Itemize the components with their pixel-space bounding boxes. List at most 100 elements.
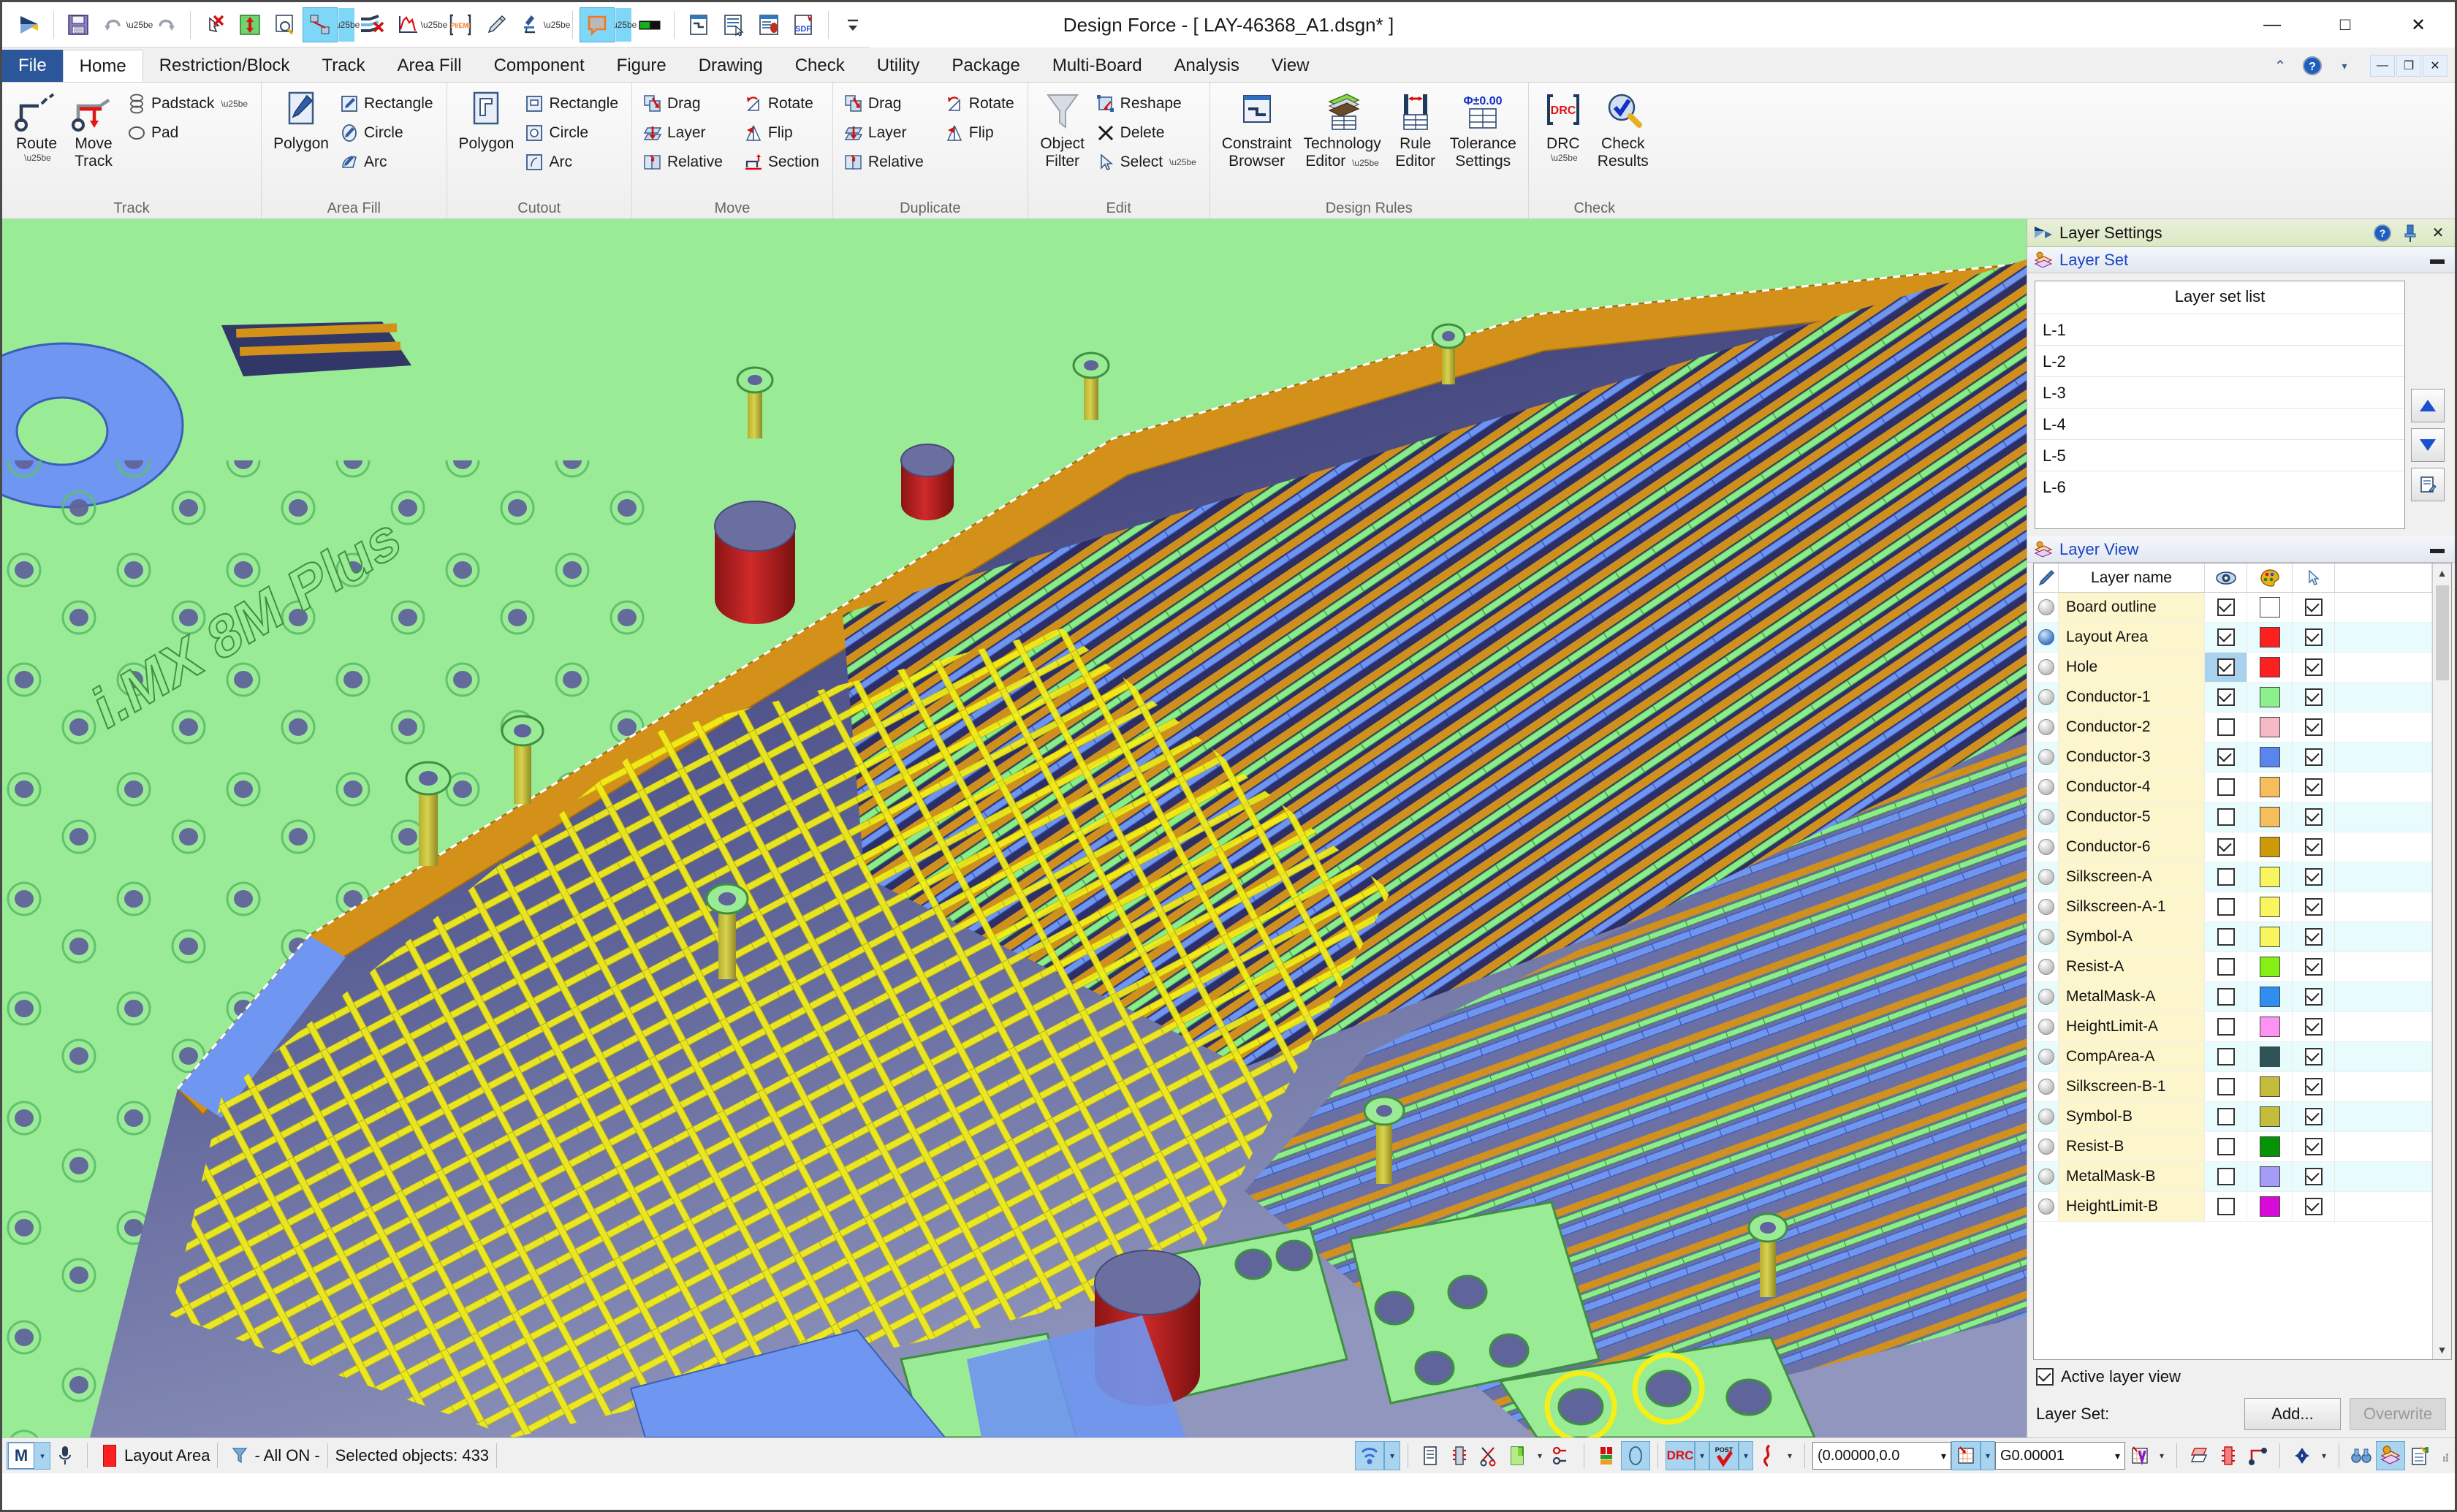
layer-visible-checkbox[interactable] (2217, 1138, 2235, 1155)
tab-restriction-block[interactable]: Restriction/Block (143, 50, 306, 82)
layer-selectable-checkbox-cell[interactable] (2293, 772, 2335, 802)
layer-row-conductor-4[interactable]: Conductor-4 (2034, 772, 2432, 802)
layer-color-swatch[interactable] (2259, 1106, 2280, 1127)
place-component-icon[interactable] (303, 7, 338, 42)
reshape-button[interactable]: Reshape (1093, 89, 1202, 118)
layer-row-metalmask-b[interactable]: MetalMask-B (2034, 1162, 2432, 1192)
drc-dropdown-icon[interactable]: ▾ (1695, 1441, 1709, 1470)
layer-color-cell[interactable] (2247, 802, 2293, 832)
zoom-icon[interactable] (268, 8, 302, 42)
layer-color-swatch[interactable] (2259, 837, 2280, 857)
layer-selectable-checkbox-cell[interactable] (2293, 982, 2335, 1012)
active-layer-radio[interactable] (2034, 892, 2059, 922)
layer-color-swatch[interactable] (2259, 657, 2280, 677)
wireless-dropdown-icon[interactable]: ▾ (1384, 1441, 1400, 1470)
layer-visible-checkbox-cell[interactable] (2205, 713, 2247, 742)
layer-color-cell[interactable] (2247, 922, 2293, 952)
layer-visible-checkbox-cell[interactable] (2205, 1072, 2247, 1102)
layer-visible-checkbox[interactable] (2217, 808, 2235, 826)
layer-selectable-checkbox[interactable] (2304, 928, 2323, 946)
layer-row-conductor-1[interactable]: Conductor-1 (2034, 683, 2432, 713)
layer-selectable-checkbox-cell[interactable] (2293, 1042, 2335, 1072)
layer-selectable-checkbox[interactable] (2304, 958, 2323, 976)
balloon-icon[interactable] (580, 7, 615, 42)
tab-component[interactable]: Component (478, 50, 601, 82)
layer-selectable-checkbox-cell[interactable] (2293, 713, 2335, 742)
layer-set-section-header[interactable]: Layer Set ▬ (2027, 247, 2455, 273)
layer-row-conductor-2[interactable]: Conductor-2 (2034, 713, 2432, 742)
select-dropdown-icon[interactable]: \u25be (1169, 157, 1196, 167)
layer-visible-checkbox-cell[interactable] (2205, 802, 2247, 832)
layer-selectable-checkbox-cell[interactable] (2293, 1162, 2335, 1192)
layer-visible-checkbox[interactable] (2217, 898, 2235, 916)
active-layer-radio[interactable] (2034, 623, 2059, 653)
mirror-icon[interactable] (2287, 1441, 2317, 1470)
layer-visible-checkbox[interactable] (2217, 1108, 2235, 1125)
waveform-dropdown-icon[interactable]: \u25be (421, 8, 448, 42)
layer-color-swatch[interactable] (2259, 1076, 2280, 1097)
layer-row-conductor-6[interactable]: Conductor-6 (2034, 832, 2432, 862)
layer-selectable-checkbox[interactable] (2304, 1168, 2323, 1185)
ime-dropdown-icon[interactable]: ▾ (35, 1451, 50, 1461)
layer-color-swatch[interactable] (2259, 927, 2280, 947)
layer-color-swatch[interactable] (2259, 807, 2280, 827)
tab-figure[interactable]: Figure (601, 50, 683, 82)
layer-visible-checkbox-cell[interactable] (2205, 862, 2247, 892)
layer-set-item-l6[interactable]: L-6 (2035, 471, 2404, 502)
duplicate-flip-button[interactable]: Flip (941, 118, 1020, 147)
layer-color-swatch[interactable] (2259, 1166, 2280, 1187)
area-fill-dropdown-icon[interactable]: ▾ (1533, 1441, 1547, 1470)
unroute-scissors-icon[interactable] (1474, 1441, 1503, 1470)
layer-selectable-checkbox[interactable] (2304, 658, 2323, 676)
layer-visible-checkbox[interactable] (2217, 748, 2235, 766)
grid-value-input[interactable]: G0.00001 ▾ (1995, 1442, 2125, 1470)
layer-visible-checkbox-cell[interactable] (2205, 832, 2247, 862)
layer-color-swatch[interactable] (2259, 957, 2280, 977)
layer-visible-checkbox-cell[interactable] (2205, 922, 2247, 952)
layer-row-conductor-5[interactable]: Conductor-5 (2034, 802, 2432, 832)
window-close-button[interactable]: ✕ (2382, 2, 2455, 48)
layer-row-metalmask-a[interactable]: MetalMask-A (2034, 982, 2432, 1012)
areafill-arc-button[interactable]: Arc (336, 148, 439, 176)
grid-view-icon[interactable] (2125, 1441, 2154, 1470)
layer-row-resist-a[interactable]: Resist-A (2034, 952, 2432, 982)
active-layer-radio[interactable] (2034, 1012, 2059, 1042)
coordinate-input[interactable]: (0.00000,0.0 ▾ (1812, 1442, 1951, 1470)
move-flip-button[interactable]: Flip (740, 118, 825, 147)
place-component-dropdown-icon[interactable]: \u25be (333, 7, 360, 42)
layer-selectable-checkbox-cell[interactable] (2293, 802, 2335, 832)
layer-color-swatch[interactable] (2259, 627, 2280, 647)
layer-visible-checkbox-cell[interactable] (2205, 1042, 2247, 1072)
layer-color-swatch[interactable] (2259, 1136, 2280, 1157)
panel-close-icon[interactable]: ✕ (2427, 222, 2449, 244)
layer-visible-checkbox-cell[interactable] (2205, 653, 2247, 683)
layerset-move-up-button[interactable] (2411, 389, 2445, 422)
undo-icon[interactable] (96, 8, 130, 42)
layer-set-minimize-icon[interactable]: ▬ (2430, 251, 2449, 268)
active-layer-view-row[interactable]: Active layer view (2036, 1367, 2446, 1386)
layer-selectable-checkbox[interactable] (2304, 988, 2323, 1006)
mirror-dropdown-icon[interactable]: ▾ (2317, 1441, 2331, 1470)
layer-color-cell[interactable] (2247, 892, 2293, 922)
tab-track[interactable]: Track (305, 50, 381, 82)
notes-icon[interactable] (2405, 1441, 2434, 1470)
layer-selectable-checkbox[interactable] (2304, 838, 2323, 856)
duplicate-layer-button[interactable]: Layer (840, 118, 930, 147)
layer-settings-icon[interactable] (2376, 1441, 2405, 1470)
layer-visible-checkbox[interactable] (2217, 599, 2235, 616)
layer-visible-checkbox-cell[interactable] (2205, 593, 2247, 623)
wireless-net-icon[interactable] (1355, 1441, 1384, 1470)
layer-color-cell[interactable] (2247, 1192, 2293, 1222)
layer-selectable-checkbox[interactable] (2304, 1198, 2323, 1215)
layer-selectable-checkbox[interactable] (2304, 868, 2323, 886)
tab-file[interactable]: File (2, 50, 63, 82)
delete-button[interactable]: Delete (1093, 118, 1202, 147)
sdf-icon[interactable]: SDF (787, 8, 821, 42)
tab-view[interactable]: View (1256, 50, 1326, 82)
cutout-rectangle-button[interactable]: Rectangle (521, 89, 624, 118)
layer-color-cell[interactable] (2247, 952, 2293, 982)
areafill-circle-button[interactable]: Circle (336, 118, 439, 147)
help-icon[interactable]: ? (2300, 53, 2325, 78)
layer-color-swatch[interactable] (2259, 1046, 2280, 1067)
filter-funnel-icon[interactable] (225, 1441, 254, 1470)
